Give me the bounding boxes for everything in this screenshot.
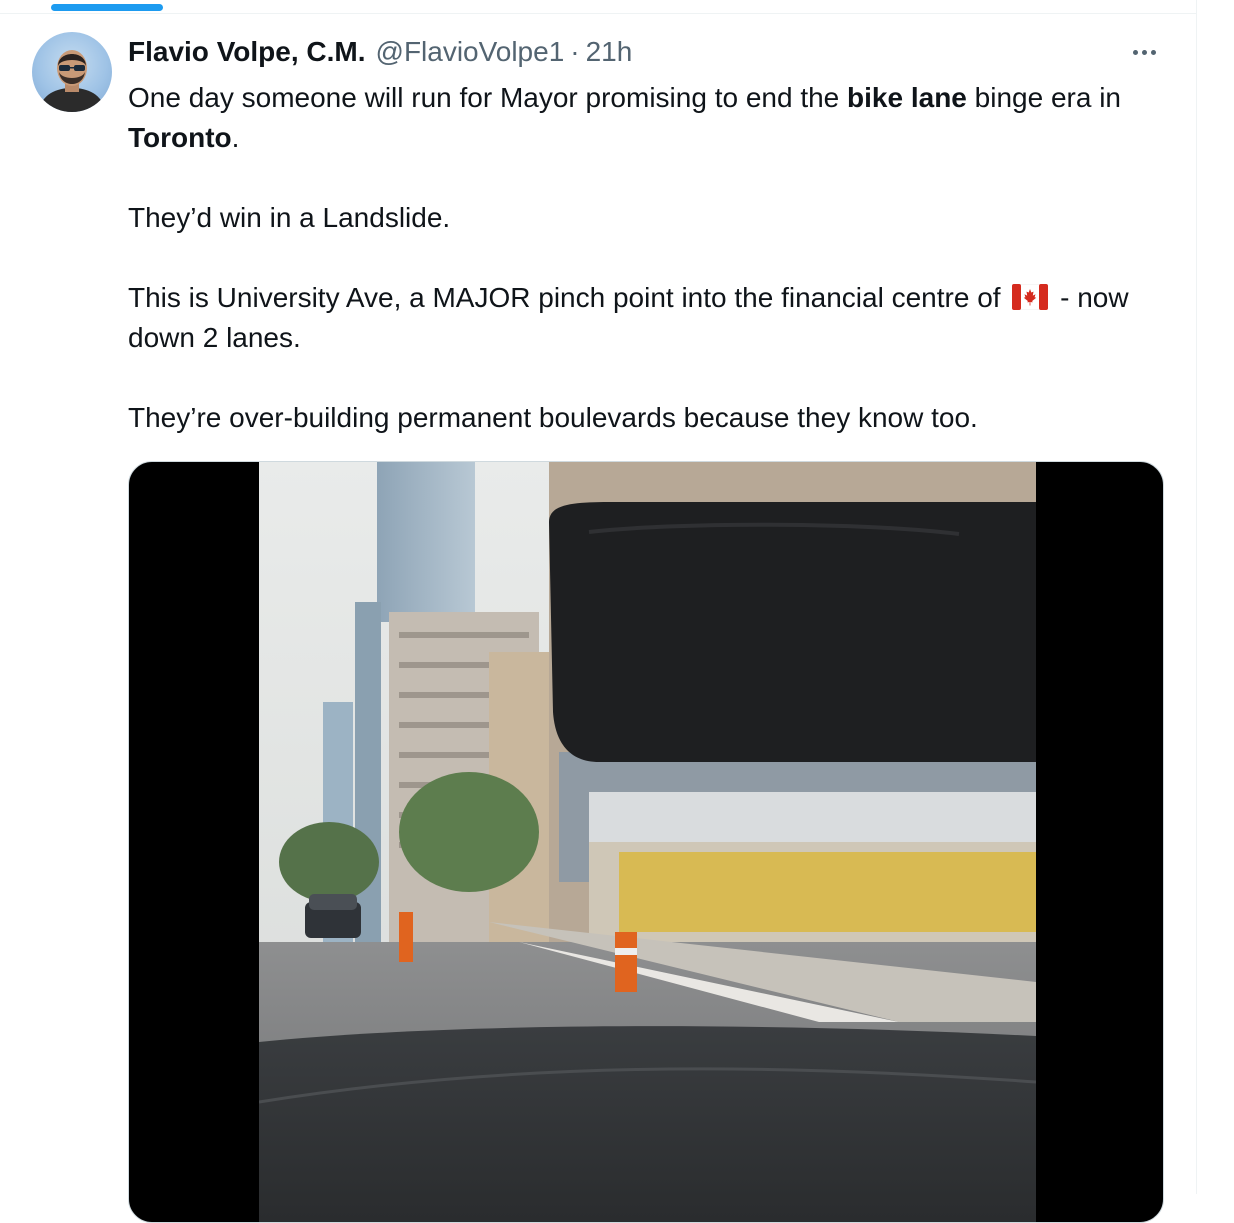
tweet-header: Flavio Volpe, C.M. @FlavioVolpe1 · 21h bbox=[128, 34, 1128, 70]
author-handle[interactable]: @FlavioVolpe1 bbox=[376, 36, 565, 68]
tweet-text-bold: Toronto bbox=[128, 122, 232, 153]
more-options-icon bbox=[1141, 49, 1147, 55]
header-separator: · bbox=[570, 36, 580, 67]
active-tab-indicator bbox=[51, 4, 163, 11]
canada-flag-icon bbox=[1012, 284, 1049, 310]
more-options-icon bbox=[1132, 49, 1138, 55]
tweet-text-segment: . bbox=[231, 122, 240, 153]
tweet-text-segment: binge era in bbox=[966, 82, 1121, 113]
profile-photo-icon bbox=[38, 50, 106, 112]
tweet-text-bold: bike lane bbox=[847, 82, 967, 113]
tweet-text-segment: This is University Ave, a MAJOR pinch po… bbox=[128, 282, 1009, 313]
tweet-paragraph: One day someone will run for Mayor promi… bbox=[128, 78, 1168, 158]
tweet-timestamp[interactable]: 21h bbox=[586, 36, 633, 68]
tweet-text-segment: One day someone will run for Mayor promi… bbox=[128, 82, 848, 113]
timeline-border bbox=[1196, 0, 1197, 1194]
more-options-icon bbox=[1150, 49, 1156, 55]
top-divider bbox=[0, 13, 1196, 14]
tweet-text: One day someone will run for Mayor promi… bbox=[128, 78, 1168, 438]
avatar[interactable] bbox=[32, 32, 112, 112]
tweet-video[interactable] bbox=[128, 461, 1164, 1223]
video-thumbnail bbox=[259, 462, 1036, 1222]
tweet-paragraph: This is University Ave, a MAJOR pinch po… bbox=[128, 278, 1168, 358]
author-display-name[interactable]: Flavio Volpe, C.M. bbox=[128, 36, 366, 68]
tweet-paragraph: They’re over-building permanent boulevar… bbox=[128, 402, 978, 433]
more-options-button[interactable] bbox=[1122, 34, 1166, 70]
tweet-paragraph: They’d win in a Landslide. bbox=[128, 202, 451, 233]
